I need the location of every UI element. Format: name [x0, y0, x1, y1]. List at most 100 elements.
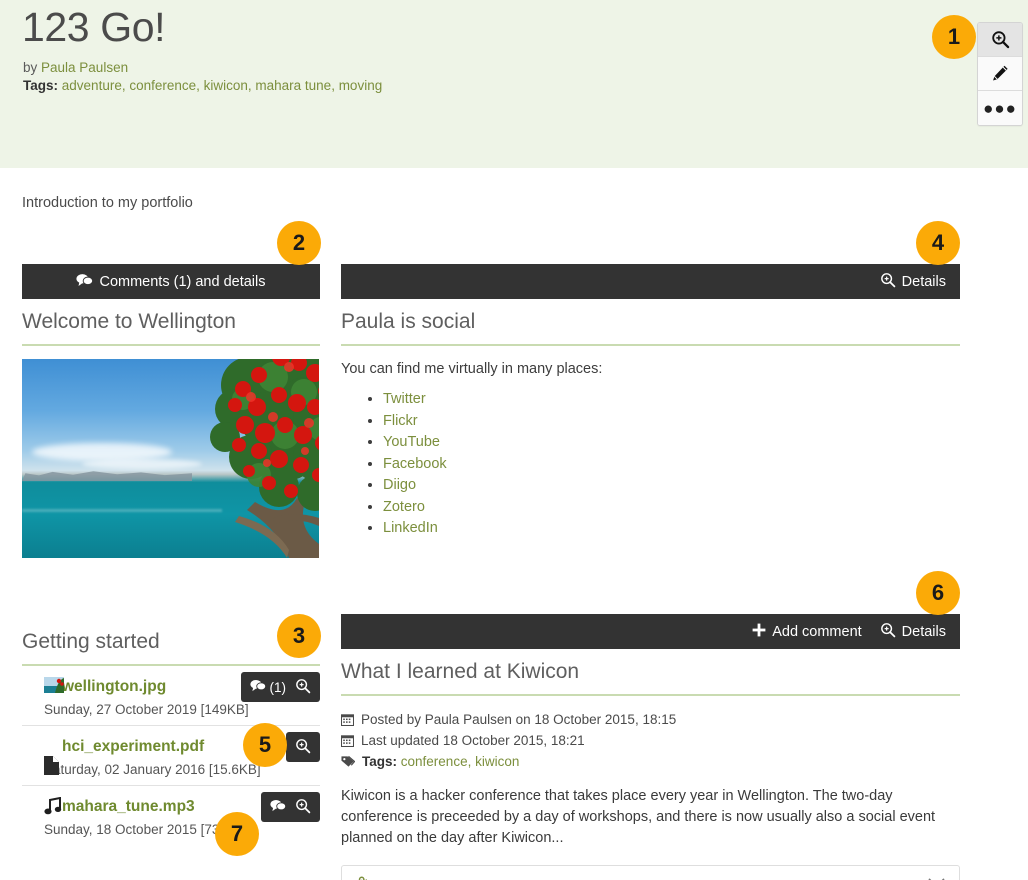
social-block-actionbar: Details [341, 264, 960, 299]
blog-details-button[interactable]: Details [880, 622, 946, 642]
social-block-body: You can find me virtually in many places… [341, 346, 960, 539]
blog-post-heading: What I learned at Kiwicon [341, 649, 960, 696]
portfolio-page: 123 Go! by Paula Paulsen Tags: adventure… [0, 0, 1028, 880]
comments-icon [249, 679, 266, 695]
file-actions: (1) [240, 672, 320, 702]
social-link-zotero[interactable]: Zotero [383, 499, 425, 515]
magnifier-plus-icon [295, 678, 311, 697]
blog-tags-label: Tags: [362, 754, 398, 769]
callout-badge-4: 4 [916, 221, 960, 265]
social-link-facebook[interactable]: Facebook [383, 456, 447, 472]
attached-files-panel[interactable]: Attached files (1) [341, 865, 960, 880]
zoom-in-button[interactable] [978, 23, 1022, 57]
block-kiwicon-blog: Add comment Details What I learned at Ki… [340, 614, 960, 880]
plus-icon [752, 623, 766, 641]
comments-icon [76, 273, 94, 291]
wellington-photo[interactable] [22, 359, 319, 558]
file-comments-button[interactable]: (1) [249, 679, 287, 695]
blog-excerpt: Kiwicon is a hacker conference that take… [341, 788, 936, 846]
magnifier-plus-icon [880, 622, 896, 642]
paperclip-icon [356, 876, 370, 880]
blog-tags-links[interactable]: conference, kiwicon [401, 754, 520, 769]
file-details-button[interactable] [295, 798, 311, 817]
list-item: LinkedIn [383, 518, 960, 539]
comments-and-details-label: Comments (1) and details [99, 273, 266, 290]
list-item: Zotero [383, 497, 960, 518]
welcome-block-heading: Welcome to Wellington [22, 299, 320, 346]
tags-line: Tags: adventure, conference, kiwicon, ma… [23, 77, 382, 94]
comments-and-details-button[interactable]: Comments (1) and details [76, 273, 266, 291]
list-item: Twitter [383, 389, 960, 410]
file-meta: Sunday, 18 October 2015 [734KB] [44, 822, 249, 837]
blog-details-label: Details [901, 623, 946, 640]
blog-post-meta: Posted by Paula Paulsen on 18 October 20… [340, 696, 960, 773]
social-link-twitter[interactable]: Twitter [383, 391, 426, 407]
block-welcome-to-wellington: Comments (1) and details Welcome to Well… [22, 264, 320, 558]
page-title: 123 Go! [22, 4, 166, 50]
attached-files-label-group: Attached files (1) [356, 876, 484, 880]
calendar-icon [340, 712, 355, 731]
calendar-icon [340, 733, 355, 752]
blog-updated-text: Last updated 18 October 2015, 18:21 [361, 733, 585, 748]
audio-file-icon [44, 796, 62, 820]
welcome-block-actionbar: Comments (1) and details [22, 264, 320, 299]
magnifier-plus-icon [880, 272, 896, 292]
blog-posted-line: Posted by Paula Paulsen on 18 October 20… [340, 710, 960, 731]
file-meta: Sunday, 27 October 2019 [149KB] [44, 702, 249, 717]
file-comments-button[interactable] [270, 799, 287, 815]
chevron-down-icon[interactable] [928, 876, 945, 880]
social-block-heading: Paula is social [341, 299, 960, 346]
blog-tags-line: Tags: conference, kiwicon [341, 752, 960, 773]
list-item: Facebook [383, 454, 960, 475]
file-actions [261, 792, 320, 822]
blog-block-actionbar: Add comment Details [341, 614, 960, 649]
list-item: mahara_tune.mp3 Sunday, 18 October 2015 … [22, 786, 320, 845]
file-details-button[interactable] [295, 678, 311, 697]
blog-tags-wrapper: Tags: conference, kiwicon [362, 752, 519, 771]
social-links-list: Twitter Flickr YouTube Facebook Diigo Zo… [341, 389, 960, 539]
social-link-flickr[interactable]: Flickr [383, 413, 418, 429]
details-button[interactable]: Details [880, 272, 946, 292]
edit-button[interactable] [978, 57, 1022, 91]
callout-badge-6: 6 [916, 571, 960, 615]
magnifier-plus-icon [295, 738, 311, 757]
magnifier-plus-icon [991, 30, 1010, 49]
list-item: wellington.jpg Sunday, 27 October 2019 [… [22, 666, 320, 726]
more-options-button[interactable]: ●●● [978, 91, 1022, 125]
tag-icon [341, 754, 356, 773]
comments-icon [270, 799, 287, 815]
image-file-icon [44, 677, 64, 698]
pencil-icon [991, 64, 1010, 83]
blog-updated-line: Last updated 18 October 2015, 18:21 [340, 731, 960, 752]
callout-badge-3: 3 [277, 614, 321, 658]
ellipsis-icon: ●●● [983, 98, 1017, 118]
file-details-button[interactable] [295, 738, 311, 757]
callout-badge-2: 2 [277, 221, 321, 265]
callout-badge-5: 5 [243, 723, 287, 767]
callout-badge-1: 1 [932, 15, 976, 59]
add-comment-label: Add comment [772, 623, 862, 640]
blog-posted-text: Posted by Paula Paulsen on 18 October 20… [361, 712, 677, 727]
file-comment-count: (1) [269, 679, 287, 695]
getting-started-heading: Getting started [22, 619, 320, 666]
list-item: YouTube [383, 432, 960, 453]
block-paula-is-social: Details Paula is social You can find me … [341, 264, 960, 540]
byline: by Paula Paulsen [23, 59, 128, 76]
add-comment-button[interactable]: Add comment [752, 623, 862, 641]
social-link-youtube[interactable]: YouTube [383, 434, 440, 450]
author-link[interactable]: Paula Paulsen [41, 60, 128, 75]
magnifier-plus-icon [295, 798, 311, 817]
list-item: Flickr [383, 411, 960, 432]
page-actions-toolbar: ●●● [977, 22, 1023, 126]
list-item: Diigo [383, 475, 960, 496]
social-link-linkedin[interactable]: LinkedIn [383, 520, 438, 536]
document-file-icon [44, 756, 59, 780]
page-header: 123 Go! by Paula Paulsen Tags: adventure… [0, 0, 1028, 168]
callout-badge-7: 7 [215, 812, 259, 856]
social-link-diigo[interactable]: Diigo [383, 477, 416, 493]
tags-label: Tags: [23, 78, 59, 93]
byline-prefix: by [23, 60, 42, 75]
social-intro-text: You can find me virtually in many places… [341, 361, 603, 377]
file-actions [286, 732, 320, 762]
tag-link[interactable]: adventure, conference, kiwicon, mahara t… [62, 78, 382, 93]
